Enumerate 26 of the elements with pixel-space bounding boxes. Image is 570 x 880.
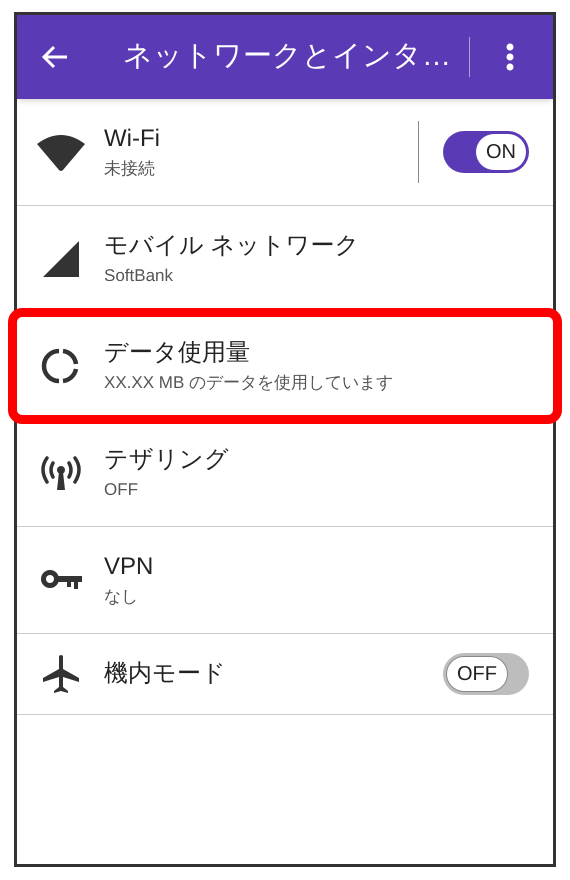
item-title: 機内モード xyxy=(104,659,227,689)
wifi-icon xyxy=(34,132,86,172)
toggle-switch[interactable]: ON xyxy=(443,131,529,173)
toggle-switch[interactable]: OFF xyxy=(443,653,529,695)
item-title: VPN xyxy=(104,552,154,582)
settings-item[interactable]: VPN なし xyxy=(17,527,553,634)
data-usage-icon xyxy=(40,346,80,386)
item-subtitle: OFF xyxy=(104,479,139,501)
item-subtitle: 未接続 xyxy=(104,158,156,180)
signal-icon xyxy=(40,239,80,279)
item-subtitle: SoftBank xyxy=(104,265,174,287)
item-title: テザリング xyxy=(104,445,230,475)
item-title: Wi-Fi xyxy=(104,124,161,154)
airplane-icon xyxy=(40,654,80,694)
item-subtitle: なし xyxy=(104,586,139,608)
settings-item[interactable]: Wi-Fi 未接続 ON xyxy=(17,99,553,206)
more-options-icon[interactable] xyxy=(506,43,514,71)
item-title: モバイル ネットワーク xyxy=(104,231,361,261)
settings-item[interactable]: 機内モード OFF xyxy=(17,634,553,715)
item-subtitle: XX.XX MB のデータを使用しています xyxy=(104,372,394,394)
back-arrow-icon[interactable] xyxy=(41,45,69,69)
settings-item[interactable]: モバイル ネットワーク SoftBank xyxy=(17,206,553,313)
app-bar-title: ネットワークとインタ… xyxy=(123,39,451,74)
item-title: データ使用量 xyxy=(104,338,251,368)
settings-item[interactable]: データ使用量 XX.XX MB のデータを使用しています xyxy=(17,313,553,420)
settings-item[interactable]: テザリング OFF xyxy=(17,420,553,527)
